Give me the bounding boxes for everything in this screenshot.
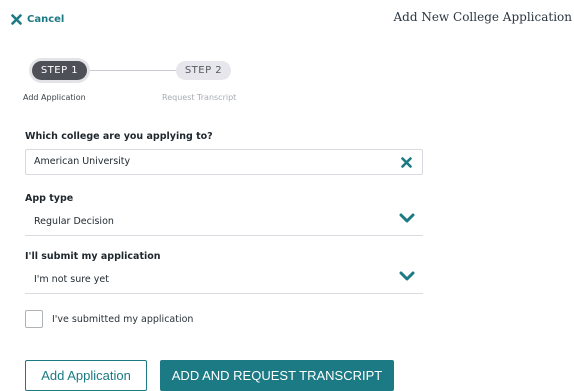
chevron-down-icon[interactable] — [399, 271, 415, 281]
submitted-checkbox-label: I've submitted my application — [52, 314, 194, 325]
college-input-value: American University — [34, 156, 131, 167]
app-type-value: Regular Decision — [34, 216, 114, 227]
add-application-button[interactable]: Add Application — [25, 360, 147, 391]
clear-icon[interactable] — [401, 157, 412, 168]
app-type-label: App type — [25, 193, 74, 204]
page-title: Add New College Application — [393, 10, 572, 24]
step-1-label: Add Application — [23, 93, 86, 102]
stepper-connector — [83, 70, 179, 71]
submit-plan-label: I'll submit my application — [25, 251, 161, 262]
cancel-label: Cancel — [27, 13, 65, 25]
college-field-label: Which college are you applying to? — [25, 131, 213, 142]
step-2-pill: STEP 2 — [176, 61, 231, 80]
cancel-button[interactable]: Cancel — [11, 10, 64, 28]
submit-plan-value: I'm not sure yet — [34, 274, 109, 285]
add-and-request-transcript-button[interactable]: ADD AND REQUEST TRANSCRIPT — [160, 360, 394, 391]
close-icon — [11, 13, 22, 25]
submitted-checkbox[interactable] — [25, 310, 43, 328]
step-1-pill: STEP 1 — [32, 61, 87, 80]
chevron-down-icon[interactable] — [399, 213, 415, 223]
step-2-label: Request Transcript — [162, 93, 237, 102]
